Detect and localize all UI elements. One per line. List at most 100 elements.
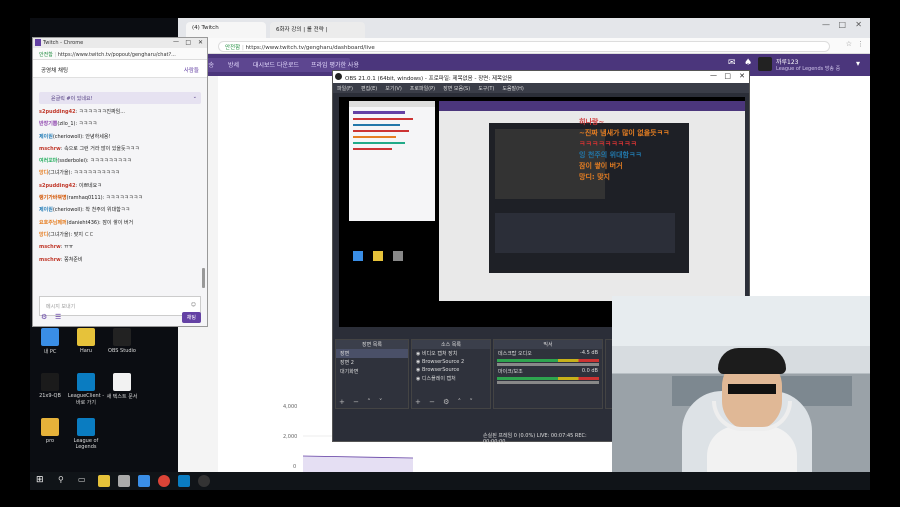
volume-slider[interactable] bbox=[497, 381, 599, 384]
list-icon[interactable]: ☰ bbox=[55, 313, 61, 321]
chat-username[interactable]: 여러꼬마 bbox=[39, 158, 57, 164]
chevron-down-icon[interactable]: ▾ bbox=[856, 59, 860, 68]
chat-text: (그녀가을): ㅋㅋㅋㅋㅋㅋㅋㅋㅋㅋ bbox=[48, 170, 120, 177]
source-label: 비디오 캡처 장치 bbox=[421, 351, 458, 357]
chat-text: : ㅠㅠ bbox=[60, 244, 74, 251]
taskbar: ⊞ ⚲ ▭ bbox=[30, 472, 870, 490]
chart-tick: 2,000 bbox=[283, 434, 298, 440]
chat-text: (zilo_1): ㅋㅋㅋㅋ bbox=[57, 121, 98, 128]
obs-menu-item[interactable]: 장면 모음(S) bbox=[443, 86, 470, 92]
chat-username[interactable]: 요호주님페퍼 bbox=[39, 220, 67, 226]
nav-item[interactable]: 프라임 평가한 사용 bbox=[311, 60, 359, 69]
chat-username[interactable]: s2pudding42 bbox=[39, 183, 76, 189]
search-icon[interactable]: ⚲ bbox=[58, 475, 64, 484]
chat-text: (cheriowoll): 착 천주의 위대함ㅋㅋ bbox=[52, 207, 130, 214]
source-item[interactable]: ◉ 디스플레이 캡처 bbox=[412, 374, 490, 383]
webcam-overlay bbox=[612, 296, 870, 490]
desktop-icon[interactable]: League of Legends bbox=[66, 418, 106, 450]
obs-menu-item[interactable]: 편집(E) bbox=[361, 86, 377, 92]
avatar[interactable] bbox=[758, 57, 772, 71]
minimize-icon[interactable]: — bbox=[822, 20, 830, 29]
chat-username[interactable]: 제이원 bbox=[39, 134, 53, 140]
send-chat-button[interactable]: 채팅 bbox=[181, 312, 201, 323]
chat-username[interactable]: mschrw bbox=[39, 257, 61, 263]
source-item[interactable]: ◉ BrowserSource 2 bbox=[412, 358, 490, 366]
chat-text: : 쫑쳐준비 bbox=[60, 256, 83, 263]
chat-username[interactable]: 망디 bbox=[39, 232, 48, 238]
store-icon[interactable] bbox=[118, 475, 130, 487]
ceiling bbox=[612, 296, 870, 346]
chat-username[interactable]: mschrw bbox=[39, 146, 61, 152]
task-view-icon[interactable]: ▭ bbox=[78, 475, 86, 484]
menu-icon[interactable]: ⋮ bbox=[857, 40, 864, 48]
maximize-icon[interactable]: □ bbox=[724, 72, 731, 80]
minimize-icon[interactable]: — bbox=[710, 71, 717, 79]
star-icon[interactable]: ☆ bbox=[846, 40, 852, 48]
chat-message: s2pudding42: 이쁘네요ㅋ bbox=[39, 182, 201, 194]
chat-text: : ㅋㅋㅋㅋㅋㅋ진짜임... bbox=[75, 109, 126, 115]
obs-taskbar-icon[interactable] bbox=[198, 475, 210, 487]
desktop-icon[interactable]: 내 PC bbox=[30, 328, 70, 355]
user-game: League of Legends 방송 중 bbox=[776, 66, 841, 72]
mail-icon[interactable] bbox=[138, 475, 150, 487]
desktop-icon[interactable]: LeagueClient - 바로 가기 bbox=[66, 373, 106, 406]
tab-lecture[interactable]: 6화자 강의 | 롤 전략 | bbox=[270, 22, 365, 38]
start-icon[interactable]: ⊞ bbox=[36, 475, 44, 485]
bell-icon[interactable]: ♠ bbox=[744, 58, 752, 68]
source-item[interactable]: ◉ BrowserSource bbox=[412, 366, 490, 374]
chat-url: https://www.twitch.tv/popout/gengharu/ch… bbox=[57, 52, 176, 58]
desktop-icon-label: pro bbox=[45, 438, 55, 444]
chat-username[interactable]: 랭기가바꿔명 bbox=[39, 195, 67, 201]
obs-menu-item[interactable]: 파일(F) bbox=[337, 86, 353, 92]
minimize-icon[interactable]: — bbox=[173, 38, 179, 45]
desktop-icon-label: Haru bbox=[79, 348, 93, 354]
chat-header-title: 공영채 채팅 bbox=[41, 68, 69, 74]
desktop-icon[interactable]: pro bbox=[30, 418, 70, 444]
scene-tools[interactable]: + − ˄ ˅ bbox=[339, 398, 385, 406]
chat-username[interactable]: mschrw bbox=[39, 244, 61, 250]
close-icon[interactable]: ✕ bbox=[198, 39, 203, 46]
chat-scrollbar[interactable] bbox=[202, 268, 205, 288]
close-icon[interactable]: ✕ bbox=[739, 72, 745, 80]
volume-slider[interactable] bbox=[497, 363, 599, 366]
twitch-icon bbox=[35, 39, 41, 46]
notifications-icon[interactable]: ✉ bbox=[728, 58, 736, 68]
tab-twitch[interactable]: (4) Twitch bbox=[186, 22, 266, 38]
source-item[interactable]: ◉ 비디오 캡처 장치 bbox=[412, 349, 490, 358]
scenes-dock: 장면 목록 장면 장면 2 대기화면 + − ˄ ˅ bbox=[335, 339, 409, 409]
mixer-channel: 마이크/보조 0.0 dB bbox=[494, 367, 602, 376]
chat-address-bar[interactable]: 안전함 | https://www.twitch.tv/popout/gengh… bbox=[33, 48, 207, 60]
chat-message: 제이원(cheriowoll): 착 천주의 위대함ㅋㅋ bbox=[39, 206, 201, 218]
league-icon[interactable] bbox=[178, 475, 190, 487]
emote-icon[interactable]: ☺ bbox=[191, 302, 196, 308]
settings-icon[interactable]: ⚙ bbox=[41, 313, 47, 321]
chat-username[interactable]: 반장기쁨 bbox=[39, 121, 57, 127]
nav-item[interactable]: 방세 bbox=[228, 60, 239, 69]
viewer-list-button[interactable]: 사람들 bbox=[184, 66, 199, 74]
url-field[interactable]: 안전함 | https://www.twitch.tv/gengharu/das… bbox=[218, 41, 830, 52]
desktop-icon[interactable]: Haru bbox=[66, 328, 106, 354]
obs-menu-item[interactable]: 프로파일(P) bbox=[410, 86, 435, 92]
desktop-icon[interactable]: OBS Studio bbox=[102, 328, 142, 354]
nav-item[interactable]: 대시보드 다운로드 bbox=[253, 60, 299, 69]
chat-username[interactable]: s2pudding42 bbox=[39, 109, 76, 115]
chat-username[interactable]: 제이원 bbox=[39, 207, 53, 213]
maximize-icon[interactable]: □ bbox=[838, 20, 846, 29]
desktop-icon-label: 21x9-QB bbox=[39, 393, 61, 399]
chat-username[interactable]: 망디 bbox=[39, 170, 48, 176]
chat-text: (그녀가을): 맞지 ㄷㄷ bbox=[48, 231, 94, 238]
chrome-icon[interactable] bbox=[158, 475, 170, 487]
obs-menu-item[interactable]: 보기(V) bbox=[385, 86, 402, 92]
desktop-icon[interactable]: 새 텍스트 문서 bbox=[102, 373, 142, 400]
source-tools[interactable]: + − ⚙ ˄ ˅ bbox=[415, 398, 476, 406]
obs-menu-item[interactable]: 도움말(H) bbox=[502, 86, 523, 92]
scene-item[interactable]: 장면 2 bbox=[336, 358, 408, 367]
chevron-down-icon[interactable]: ⌄ bbox=[193, 94, 197, 100]
obs-menu-item[interactable]: 도구(T) bbox=[478, 86, 494, 92]
close-icon[interactable]: ✕ bbox=[855, 20, 862, 29]
file-explorer-icon[interactable] bbox=[98, 475, 110, 487]
maximize-icon[interactable]: □ bbox=[185, 39, 191, 46]
desktop-icon[interactable]: 21x9-QB bbox=[30, 373, 70, 399]
scene-item[interactable]: 장면 bbox=[336, 349, 408, 358]
scene-item[interactable]: 대기화면 bbox=[336, 367, 408, 376]
